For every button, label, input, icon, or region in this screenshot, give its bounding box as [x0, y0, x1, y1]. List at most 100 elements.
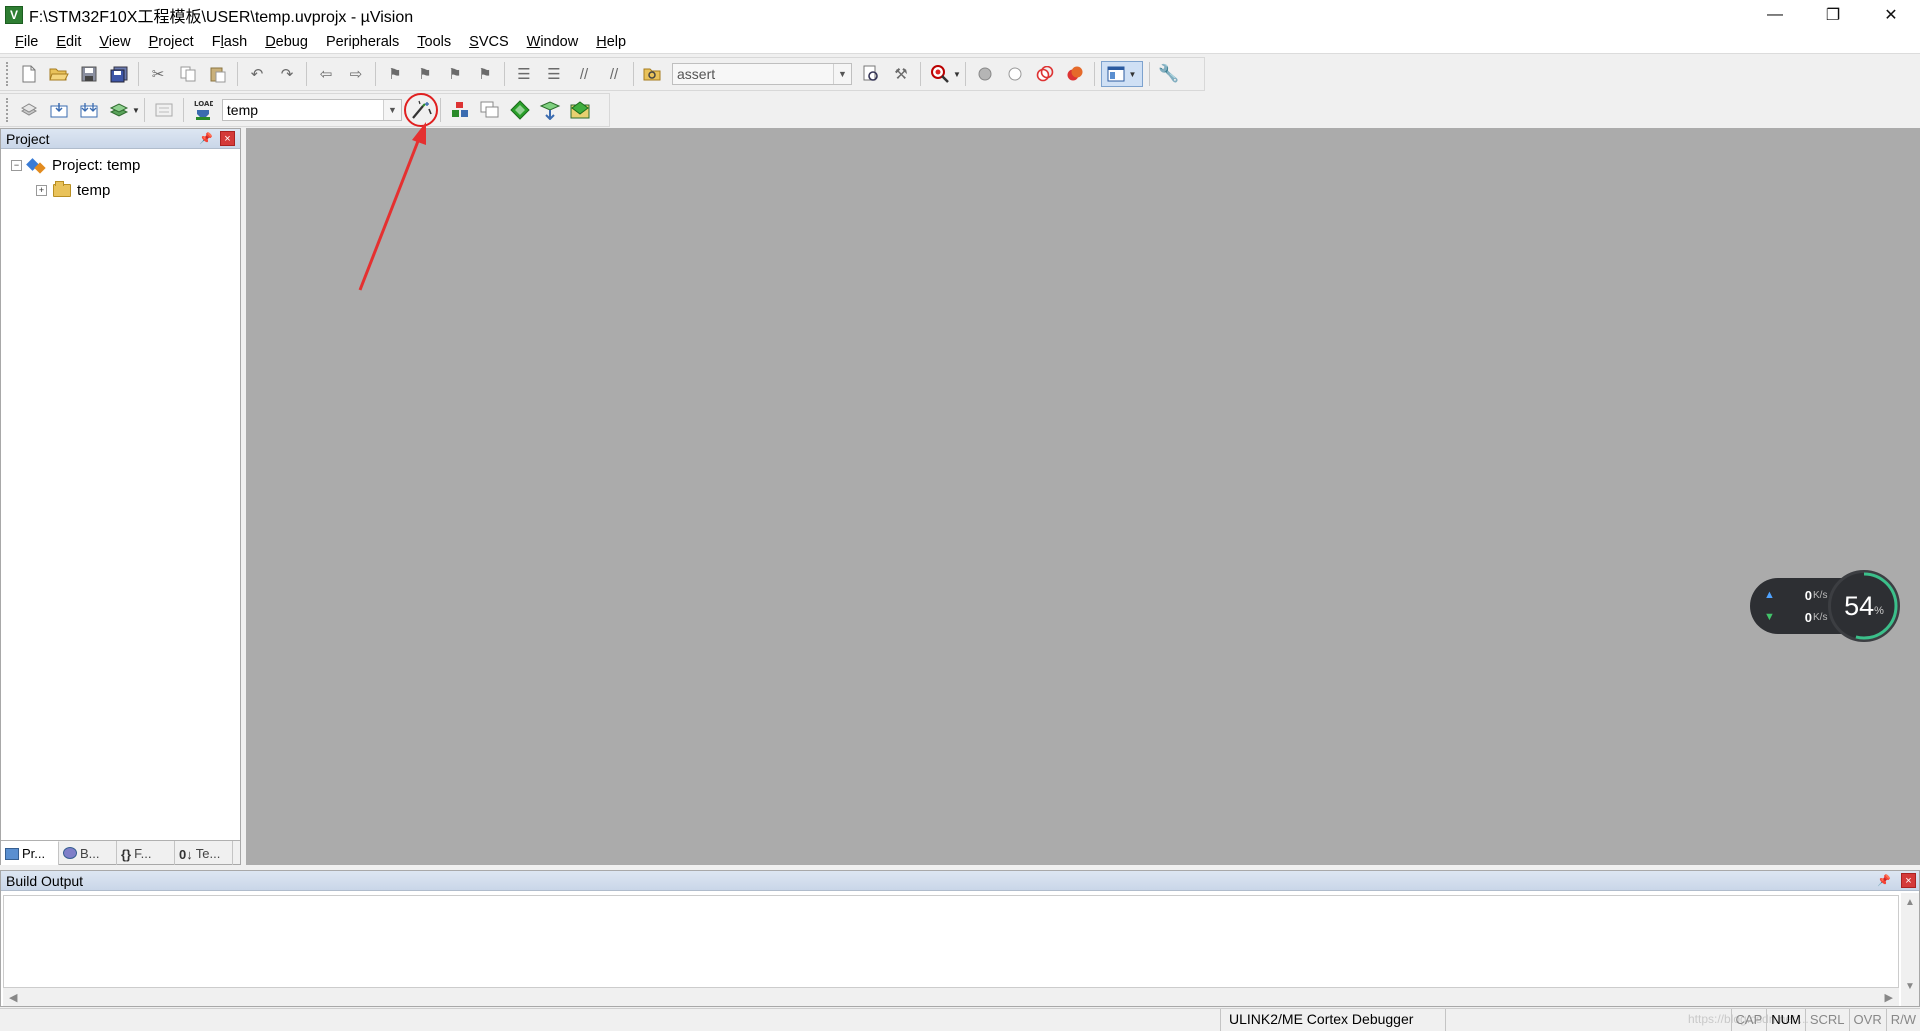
tab-project[interactable]: Pr...	[1, 841, 59, 865]
pin-icon[interactable]: 📌	[1877, 874, 1891, 887]
menu-edit[interactable]: Edit	[47, 30, 90, 54]
download-button[interactable]: LOAD	[190, 97, 216, 123]
menu-file[interactable]: File	[6, 30, 47, 54]
menu-view[interactable]: View	[90, 30, 139, 54]
tree-item-target-temp[interactable]: + temp	[1, 178, 240, 203]
editor-area[interactable]	[246, 128, 1920, 865]
minimize-button[interactable]: —	[1746, 0, 1804, 30]
toolbar-grip[interactable]	[6, 62, 10, 86]
menu-project[interactable]: Project	[140, 30, 203, 54]
debug-session-button[interactable]	[927, 61, 953, 87]
collapse-toggle[interactable]: −	[11, 160, 22, 171]
clear-bookmarks-button[interactable]: ⚑	[472, 61, 498, 87]
menu-peripherals[interactable]: Peripherals	[317, 30, 408, 54]
build-button[interactable]	[46, 97, 72, 123]
translate-button[interactable]	[16, 97, 42, 123]
menu-help[interactable]: Help	[587, 30, 635, 54]
menu-file-rest: ile	[23, 33, 39, 50]
tab-templates[interactable]: 0↓ Te...	[175, 841, 233, 865]
menu-window[interactable]: Window	[518, 30, 588, 54]
network-speed-widget[interactable]: ▲ 0 K/s ▼ 0 K/s 54 %	[1750, 570, 1900, 642]
window-layout-button[interactable]: ▼	[1100, 61, 1143, 87]
configure-button[interactable]: 🔧	[1156, 61, 1182, 87]
cut-button[interactable]: ✂	[145, 61, 171, 87]
chevron-down-icon[interactable]: ▼	[833, 64, 851, 84]
paste-button[interactable]	[205, 61, 231, 87]
books-tab-icon	[63, 847, 77, 859]
navigate-forward-button[interactable]: ⇨	[343, 61, 369, 87]
copy-icon	[180, 66, 196, 82]
undo-button[interactable]: ↶	[244, 61, 270, 87]
toolbar-separator	[306, 62, 307, 86]
incremental-find-button[interactable]: ⚒	[888, 61, 914, 87]
chevron-down-icon[interactable]: ▼	[382, 100, 401, 120]
next-bookmark-button[interactable]: ⚑	[442, 61, 468, 87]
batch-build-icon	[109, 103, 129, 117]
menu-flash[interactable]: Flash	[203, 30, 256, 54]
manage-multi-project-button[interactable]	[477, 97, 503, 123]
save-button[interactable]	[76, 61, 102, 87]
save-all-button[interactable]	[106, 61, 132, 87]
open-file-button[interactable]	[46, 61, 72, 87]
tree-item-project-root[interactable]: − Project: temp	[1, 153, 240, 178]
breakpoint-outline-icon	[1008, 67, 1022, 81]
scroll-right-icon[interactable]: ▶	[1885, 991, 1893, 1004]
navigate-back-button[interactable]: ⇦	[313, 61, 339, 87]
find-combobox[interactable]: assert ▼	[672, 63, 852, 85]
redo-button[interactable]: ↷	[274, 61, 300, 87]
restore-button[interactable]: ❐	[1804, 0, 1862, 30]
disable-breakpoints-button[interactable]	[1032, 61, 1058, 87]
select-target-combobox[interactable]: temp ▼	[221, 99, 402, 121]
download-arrow-icon: ▼	[1764, 611, 1775, 623]
file-toolbar: ✂ ↶ ↷ ⇦ ⇨ ⚑ ⚑ ⚑ ⚑ ☰ ☰ // // assert ▼ ⚒ ▼	[0, 57, 1205, 91]
kill-breakpoints-button[interactable]	[1062, 61, 1088, 87]
select-software-packs-button[interactable]	[537, 97, 563, 123]
insert-bookmark-button[interactable]: ⚑	[382, 61, 408, 87]
uvision-app-icon[interactable]: V	[5, 6, 23, 24]
cpu-usage-gauge: 54 %	[1828, 570, 1900, 642]
chevron-down-icon[interactable]: ▼	[132, 106, 140, 115]
tab-books[interactable]: B...	[59, 841, 117, 865]
chevron-down-icon[interactable]: ▼	[953, 70, 961, 79]
close-panel-button[interactable]: ×	[1901, 873, 1916, 888]
insert-breakpoint-button[interactable]	[972, 61, 998, 87]
batch-build-button[interactable]	[106, 97, 132, 123]
status-rw: R/W	[1885, 1009, 1920, 1031]
close-button[interactable]: ✕	[1862, 0, 1920, 30]
build-output-hscrollbar[interactable]: ◀ ▶	[3, 988, 1899, 1006]
menu-tools[interactable]: Tools	[408, 30, 460, 54]
indent-button[interactable]: ☰	[511, 61, 537, 87]
expand-toggle[interactable]: +	[36, 185, 47, 196]
tab-functions[interactable]: {} F...	[117, 841, 175, 865]
find-in-files-button[interactable]	[640, 61, 666, 87]
pin-icon[interactable]: 📌	[199, 132, 213, 145]
file-extensions-button[interactable]	[447, 97, 473, 123]
build-output-vscrollbar[interactable]: ▲ ▼	[1901, 893, 1919, 1006]
unindent-button[interactable]: ☰	[541, 61, 567, 87]
close-panel-button[interactable]: ×	[220, 131, 235, 146]
menu-svcs[interactable]: SVCS	[460, 30, 518, 54]
copy-button[interactable]	[175, 61, 201, 87]
stop-build-button[interactable]	[151, 97, 177, 123]
pack-installer-button[interactable]	[567, 97, 593, 123]
arrow-left-icon: ⇦	[319, 66, 333, 83]
comment-button[interactable]: //	[571, 61, 597, 87]
manage-run-time-environment-button[interactable]	[507, 97, 533, 123]
menu-debug[interactable]: Debug	[256, 30, 317, 54]
cut-icon: ✂	[151, 66, 165, 83]
scroll-down-icon[interactable]: ▼	[1905, 981, 1915, 992]
toolbar-grip[interactable]	[6, 98, 10, 122]
multi-project-icon	[480, 101, 499, 118]
scroll-up-icon[interactable]: ▲	[1905, 897, 1915, 908]
options-for-target-button[interactable]	[403, 93, 438, 127]
rebuild-button[interactable]	[76, 97, 102, 123]
enable-breakpoint-button[interactable]	[1002, 61, 1028, 87]
build-output-text[interactable]	[3, 895, 1899, 988]
find-button[interactable]	[858, 61, 884, 87]
new-file-button[interactable]	[16, 61, 42, 87]
previous-bookmark-button[interactable]: ⚑	[412, 61, 438, 87]
scroll-left-icon[interactable]: ◀	[9, 991, 17, 1004]
uncomment-button[interactable]: //	[601, 61, 627, 87]
project-tree: − Project: temp + temp	[1, 149, 240, 203]
menu-window-rest: indow	[540, 33, 579, 50]
